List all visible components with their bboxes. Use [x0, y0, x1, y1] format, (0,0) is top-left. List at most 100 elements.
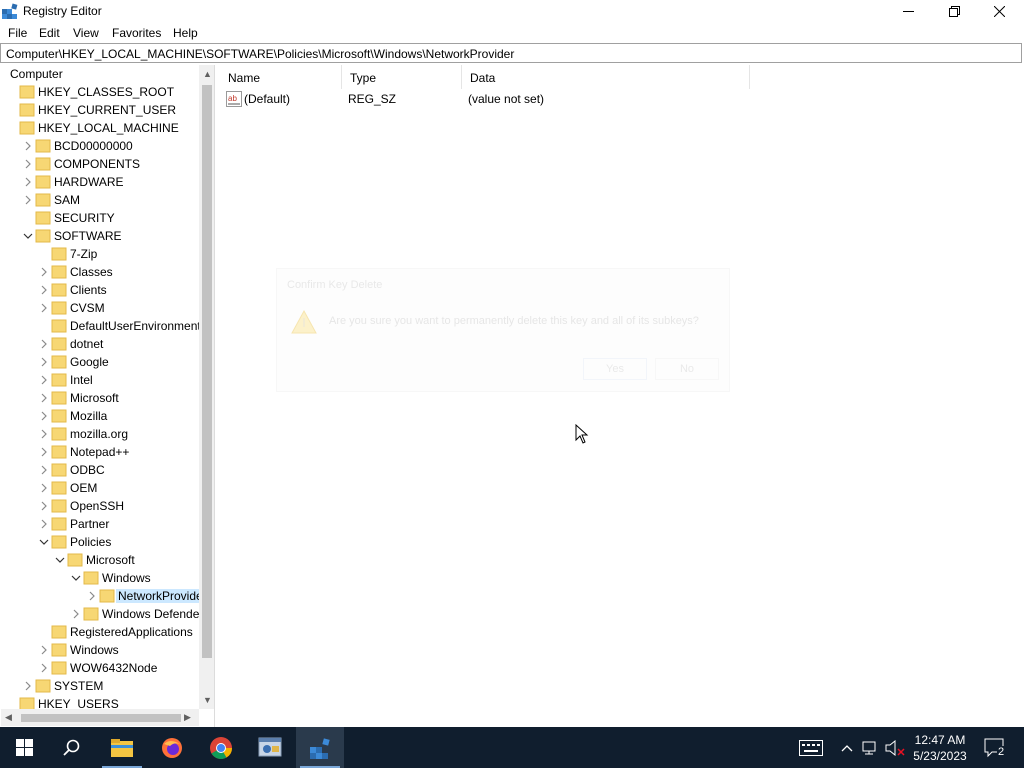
tree-horizontal-scroll-thumb[interactable]: [21, 714, 181, 722]
volume-tray-button[interactable]: [884, 727, 906, 768]
firefox-button[interactable]: [148, 727, 196, 768]
search-button[interactable]: [48, 727, 96, 768]
tree-item[interactable]: 7-Zip: [1, 245, 201, 263]
menu-file[interactable]: File: [8, 26, 27, 40]
tree-item[interactable]: SECURITY: [1, 209, 201, 227]
tree-item[interactable]: Clients: [1, 281, 201, 299]
chevron-right-icon[interactable]: [23, 141, 33, 151]
action-center-button[interactable]: 2: [980, 727, 1010, 768]
task-view-tray-button[interactable]: [796, 727, 826, 768]
chevron-right-icon[interactable]: [39, 411, 49, 421]
chevron-right-icon[interactable]: [71, 609, 81, 619]
window-title: Registry Editor: [23, 4, 102, 18]
chevron-right-icon[interactable]: [39, 267, 49, 277]
chevron-right-icon[interactable]: [39, 483, 49, 493]
tree-item[interactable]: CVSM: [1, 299, 201, 317]
tree-item[interactable]: Intel: [1, 371, 201, 389]
chevron-down-icon[interactable]: [23, 231, 33, 241]
tree-item[interactable]: ODBC: [1, 461, 201, 479]
chevron-right-icon[interactable]: [39, 357, 49, 367]
address-bar[interactable]: Computer\HKEY_LOCAL_MACHINE\SOFTWARE\Pol…: [0, 43, 1022, 63]
chevron-right-icon[interactable]: [23, 159, 33, 169]
chrome-button[interactable]: [197, 727, 245, 768]
warning-icon: [291, 309, 317, 334]
chevron-right-icon[interactable]: [39, 285, 49, 295]
close-button[interactable]: [976, 0, 1022, 23]
chevron-right-icon[interactable]: [23, 681, 33, 691]
tree-item[interactable]: DefaultUserEnvironment: [1, 317, 201, 335]
tree-item[interactable]: SAM: [1, 191, 201, 209]
value-row[interactable]: ab (Default) REG_SZ (value not set): [220, 89, 750, 109]
menu-edit[interactable]: Edit: [39, 26, 60, 40]
tree-item[interactable]: NetworkProvider: [1, 587, 209, 605]
mouse-cursor-icon: [575, 424, 589, 444]
menu-view[interactable]: View: [73, 26, 99, 40]
menu-help[interactable]: Help: [173, 26, 198, 40]
menu-favorites[interactable]: Favorites: [112, 26, 161, 40]
chevron-right-icon[interactable]: [39, 663, 49, 673]
tree-item[interactable]: Notepad++: [1, 443, 201, 461]
tree-item[interactable]: Computer: [1, 65, 201, 83]
tree-item[interactable]: COMPONENTS: [1, 155, 201, 173]
chevron-right-icon[interactable]: [39, 447, 49, 457]
no-button[interactable]: No: [655, 358, 719, 380]
scroll-down-icon[interactable]: ▼: [203, 695, 212, 705]
folder-icon: [51, 409, 67, 423]
tree-item[interactable]: OpenSSH: [1, 497, 201, 515]
tree-item[interactable]: RegisteredApplications: [1, 623, 201, 641]
tree-item[interactable]: BCD00000000: [1, 137, 201, 155]
chevron-right-icon[interactable]: [39, 429, 49, 439]
chevron-right-icon[interactable]: [39, 465, 49, 475]
tree-item[interactable]: dotnet: [1, 335, 201, 353]
tree-item[interactable]: Partner: [1, 515, 201, 533]
scroll-up-icon[interactable]: ▲: [203, 69, 212, 79]
app-window-button[interactable]: [246, 727, 294, 768]
tree-item[interactable]: SOFTWARE: [1, 227, 201, 245]
chevron-right-icon[interactable]: [23, 195, 33, 205]
tree-item[interactable]: OEM: [1, 479, 201, 497]
column-header-name[interactable]: Name: [220, 65, 342, 89]
tree-item[interactable]: Windows: [1, 641, 201, 659]
column-header-data[interactable]: Data: [462, 65, 750, 89]
tree-item[interactable]: Microsoft: [1, 551, 201, 569]
yes-button[interactable]: Yes: [583, 358, 647, 380]
chevron-right-icon[interactable]: [39, 519, 49, 529]
tree-item[interactable]: HKEY_LOCAL_MACHINE: [1, 119, 201, 137]
tree-item[interactable]: WOW6432Node: [1, 659, 201, 677]
chevron-right-icon[interactable]: [39, 501, 49, 511]
restore-button[interactable]: [931, 0, 977, 23]
chevron-right-icon[interactable]: [39, 645, 49, 655]
chevron-right-icon[interactable]: [39, 303, 49, 313]
show-hidden-icons-button[interactable]: [838, 727, 856, 768]
start-button[interactable]: [0, 727, 48, 768]
taskbar-clock[interactable]: 12:47 AM 5/23/2023: [908, 732, 972, 764]
registry-editor-taskbar-button[interactable]: [296, 727, 344, 768]
tree-item[interactable]: Mozilla: [1, 407, 201, 425]
chevron-right-icon[interactable]: [23, 177, 33, 187]
scroll-right-icon[interactable]: ▶: [184, 712, 191, 723]
tree-item[interactable]: HKEY_CLASSES_ROOT: [1, 83, 201, 101]
scroll-left-icon[interactable]: ◀: [5, 712, 12, 723]
tree-item[interactable]: HKEY_CURRENT_USER: [1, 101, 201, 119]
tree-item[interactable]: Microsoft: [1, 389, 201, 407]
tree-item[interactable]: Policies: [1, 533, 201, 551]
network-tray-button[interactable]: [861, 727, 881, 768]
minimize-button[interactable]: [885, 0, 931, 23]
column-header-type[interactable]: Type: [342, 65, 462, 89]
tree-item[interactable]: Windows: [1, 569, 201, 587]
tree-item[interactable]: Classes: [1, 263, 201, 281]
chevron-right-icon[interactable]: [87, 591, 97, 601]
tree-item[interactable]: SYSTEM: [1, 677, 201, 695]
file-explorer-button[interactable]: [98, 727, 146, 768]
chevron-down-icon[interactable]: [55, 555, 65, 565]
chevron-down-icon[interactable]: [39, 537, 49, 547]
tree-item[interactable]: Google: [1, 353, 201, 371]
tree-vertical-scroll-thumb[interactable]: [202, 85, 212, 658]
chevron-down-icon[interactable]: [71, 573, 81, 583]
tree-item[interactable]: Windows Defender: [1, 605, 203, 623]
tree-item[interactable]: HARDWARE: [1, 173, 201, 191]
chevron-right-icon[interactable]: [39, 339, 49, 349]
chevron-right-icon[interactable]: [39, 375, 49, 385]
tree-item[interactable]: mozilla.org: [1, 425, 201, 443]
chevron-right-icon[interactable]: [39, 393, 49, 403]
